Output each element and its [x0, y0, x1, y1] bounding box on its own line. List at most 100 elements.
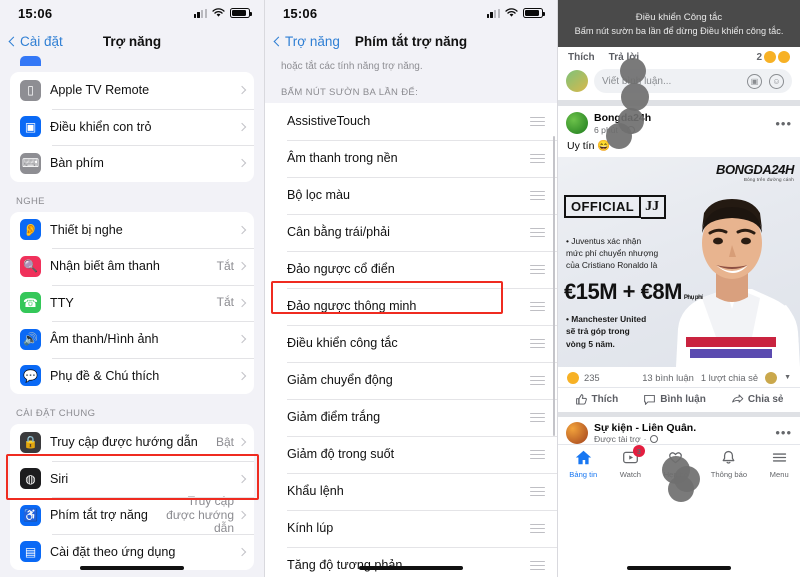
settings-row[interactable]: 👂 Thiết bị nghe: [10, 212, 254, 249]
shortcut-list-item[interactable]: Giảm chuyển động: [265, 362, 557, 399]
ad-brand-tagline: Bóng trên đường cánh: [743, 176, 794, 182]
reorder-handle-icon[interactable]: [530, 486, 545, 497]
shortcut-list-item[interactable]: Tăng độ tương phản: [265, 547, 557, 577]
audio-visual-icon: 🔊: [20, 328, 41, 350]
settings-row[interactable]: ☎ TTY Tắt: [10, 284, 254, 322]
shortcut-list-item[interactable]: Điều khiển công tắc: [265, 325, 557, 362]
chevron-down-icon[interactable]: ▼: [784, 374, 791, 381]
reorder-handle-icon[interactable]: [530, 375, 545, 386]
chevron-right-icon: [237, 371, 247, 380]
settings-row[interactable]: 🔍 Nhận biết âm thanh Tắt: [10, 248, 254, 285]
more-options-icon[interactable]: •••: [775, 425, 792, 440]
settings-row[interactable]: 🔊 Âm thanh/Hình ảnh: [10, 321, 254, 358]
wifi-icon: [505, 8, 518, 17]
comment-reaction-count: 2: [756, 51, 762, 63]
settings-row[interactable]: ♿ Phím tắt trợ năng Truy cập được hướng dẫ…: [10, 494, 254, 535]
emoji-icon[interactable]: ☺: [769, 73, 784, 89]
page-avatar[interactable]: [566, 112, 588, 135]
reaction-avatar-icon: [765, 371, 778, 384]
overlay-subtitle: Bấm nút sườn ba lần để dừng Điều khiển c…: [574, 25, 784, 36]
shortcut-scroll-area[interactable]: hoặc tắt các tính năng trợ năng. BẤM NÚT…: [265, 56, 557, 577]
shortcut-list-item[interactable]: Đảo ngược thông minh: [265, 288, 557, 325]
shortcut-item-label: Giảm độ trong suốt: [287, 447, 395, 462]
post-like-label: Thích: [591, 393, 619, 405]
reorder-handle-icon[interactable]: [530, 301, 545, 312]
tab-bảng-tin[interactable]: Bảng tin: [569, 449, 597, 479]
reorder-handle-icon[interactable]: [530, 412, 545, 423]
status-icons: [486, 8, 545, 18]
tab-watch[interactable]: 3 Watch: [620, 445, 645, 479]
settings-row-value: Tắt: [216, 295, 234, 310]
settings-row[interactable]: ▯ Apple TV Remote: [10, 72, 254, 109]
post-image[interactable]: BONGDA24H Bóng trên đường cánh OFFICIAL …: [558, 156, 800, 367]
settings-scroll-area[interactable]: ▯ Apple TV Remote ▣ Điều khiển con trỏ ⌨ Bàn …: [0, 56, 264, 577]
reorder-handle-icon[interactable]: [530, 560, 545, 571]
reorder-handle-icon[interactable]: [530, 264, 545, 275]
apple-tv-remote-icon: ▯: [20, 79, 41, 101]
post-share-button[interactable]: Chia sẻ: [731, 393, 784, 406]
status-bar-2: 15:06: [265, 0, 557, 26]
shortcut-item-label: Cân bằng trái/phải: [287, 225, 390, 240]
shortcut-list-item[interactable]: Giảm độ trong suốt: [265, 436, 557, 473]
ad-foot-2: sẽ trả góp trong: [566, 326, 630, 337]
camera-icon[interactable]: ▣: [747, 73, 762, 89]
settings-card: 👂 Thiết bị nghe 🔍 Nhận biết âm thanh Tắt ☎ TTY…: [10, 211, 254, 395]
tab-menu[interactable]: Menu: [770, 449, 789, 479]
comment-like-button[interactable]: Thích: [568, 52, 595, 63]
shortcut-list-item[interactable]: Cân bằng trái/phải: [265, 214, 557, 251]
share-count[interactable]: 1 lượt chia sẻ: [701, 372, 758, 383]
shortcut-list-item[interactable]: Kính lúp: [265, 510, 557, 547]
shortcut-list[interactable]: AssistiveTouch Âm thanh trong nền Bộ lọc m…: [265, 103, 557, 577]
reorder-handle-icon[interactable]: [530, 227, 545, 238]
settings-row[interactable]: ▣ Điều khiển con trỏ: [10, 108, 254, 146]
settings-row-label: Điều khiển con trỏ: [50, 119, 152, 134]
settings-row[interactable]: ◍ Siri: [10, 460, 254, 498]
post-action-bar: Thích Bình luận Chia sẻ: [558, 386, 800, 412]
shortcut-list-item[interactable]: Âm thanh trong nền: [265, 140, 557, 177]
back-button-settings[interactable]: Cài đặt: [8, 33, 63, 49]
reorder-handle-icon[interactable]: [530, 338, 545, 349]
settings-row[interactable]: 💬 Phụ đề & Chú thích: [10, 357, 254, 395]
next-page-name[interactable]: Sự kiện - Liên Quân.: [594, 422, 696, 435]
settings-row-value: Tắt: [216, 258, 234, 273]
ad-brand-logo: BONGDA24H Bóng trên đường cánh: [716, 162, 794, 182]
more-options-icon[interactable]: •••: [775, 116, 792, 131]
back-label: Cài đặt: [20, 33, 63, 49]
shortcut-list-item[interactable]: Khẩu lệnh: [265, 473, 557, 510]
next-page-avatar[interactable]: [566, 421, 588, 444]
battery-icon: [230, 8, 252, 18]
reorder-handle-icon[interactable]: [530, 523, 545, 534]
tab-thông-báo[interactable]: Thông báo: [711, 449, 747, 479]
shortcut-list-item[interactable]: AssistiveTouch: [265, 103, 557, 140]
post-comment-button[interactable]: Bình luận: [643, 393, 706, 406]
reorder-handle-icon[interactable]: [530, 449, 545, 460]
back-button-accessibility[interactable]: Trợ năng: [273, 34, 340, 49]
settings-row[interactable]: ⌨ Bàn phím: [10, 145, 254, 182]
settings-row-label: Âm thanh/Hình ảnh: [50, 332, 159, 347]
shortcut-list-item[interactable]: Đảo ngược cổ điển: [265, 251, 557, 288]
ad-official-label: OFFICIAL: [564, 195, 642, 219]
next-post-sponsored: Được tài trợ: [594, 434, 641, 445]
post-like-button[interactable]: Thích: [575, 393, 619, 406]
comment-icon: [644, 394, 656, 405]
post-share-label: Chia sẻ: [747, 393, 784, 405]
settings-row[interactable]: 🔒 Truy cập được hướng dẫn Bật: [10, 424, 254, 461]
settings-row-value: Bật: [215, 434, 234, 449]
thumbs-up-icon: [575, 393, 587, 405]
subtitles-icon: 💬: [20, 365, 41, 387]
chevron-left-icon: [273, 36, 284, 46]
shortcut-list-item[interactable]: Bộ lọc màu: [265, 177, 557, 214]
reorder-handle-icon[interactable]: [530, 116, 545, 127]
shortcut-list-item[interactable]: Giảm điểm trắng: [265, 399, 557, 436]
scrollbar[interactable]: [552, 136, 555, 436]
reorder-handle-icon[interactable]: [530, 153, 545, 164]
status-icons: [193, 8, 252, 18]
reorder-handle-icon[interactable]: [530, 190, 545, 201]
comment-count[interactable]: 13 bình luận: [642, 372, 694, 383]
comment-composer[interactable]: Viết bình luận... ▣ ☺: [558, 65, 800, 100]
status-time: 15:06: [283, 5, 318, 21]
switch-control-overlay: Điều khiển Công tắc Bấm nút sườn ba lần …: [558, 0, 800, 47]
reaction-count[interactable]: 235: [584, 372, 600, 383]
comment-reaction-count-group[interactable]: 2: [756, 51, 790, 63]
shortcut-item-label: Giảm chuyển động: [287, 373, 393, 388]
